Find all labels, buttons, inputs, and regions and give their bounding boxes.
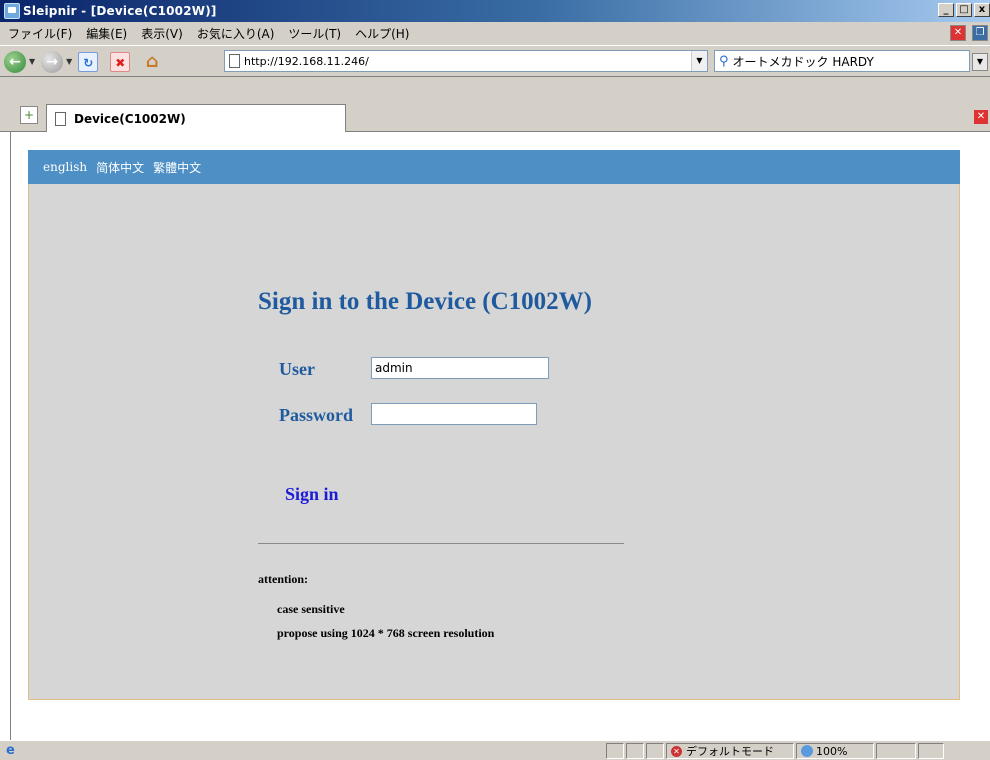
menu-view[interactable]: 表示(V) bbox=[141, 25, 183, 42]
menu-tools[interactable]: ツール(T) bbox=[288, 25, 341, 42]
sign-in-button[interactable]: Sign in bbox=[285, 484, 339, 505]
search-icon[interactable]: ⚲ bbox=[719, 54, 729, 69]
splitter[interactable] bbox=[10, 132, 11, 740]
status-pane bbox=[918, 743, 944, 759]
stop-icon[interactable]: ✖ bbox=[110, 51, 131, 72]
language-bar: english 简体中文 繁體中文 bbox=[28, 150, 960, 184]
lang-traditional-chinese-link[interactable]: 繁體中文 bbox=[153, 159, 201, 176]
lang-simplified-chinese-link[interactable]: 简体中文 bbox=[96, 159, 144, 176]
back-arrow-icon[interactable]: ← bbox=[4, 50, 26, 73]
close-button[interactable]: x bbox=[974, 3, 990, 17]
minimize-button[interactable]: _ bbox=[938, 3, 954, 17]
security-mode-label: デフォルトモード bbox=[686, 745, 774, 758]
address-bar[interactable]: ▼ bbox=[224, 50, 708, 72]
page-icon bbox=[229, 54, 240, 68]
divider bbox=[258, 543, 624, 544]
page-icon bbox=[55, 111, 66, 126]
restore-window-icon[interactable]: ❐ bbox=[972, 25, 988, 41]
tab-title: Device(C1002W) bbox=[74, 111, 186, 126]
login-panel: Sign in to the Device (C1002W) User Pass… bbox=[28, 184, 960, 700]
search-bar[interactable]: ⚲ bbox=[714, 50, 970, 72]
new-tab-icon[interactable]: + bbox=[20, 106, 38, 124]
note-screen-resolution: propose using 1024 * 768 screen resoluti… bbox=[277, 626, 495, 640]
menu-bar: ファイル(F) 編集(E) 表示(V) お気に入り(A) ツール(T) ヘルプ(… bbox=[0, 22, 990, 46]
menu-favorites[interactable]: お気に入り(A) bbox=[197, 25, 275, 42]
status-bar: e ✕ デフォルトモード 100% bbox=[0, 740, 990, 760]
user-label: User bbox=[279, 359, 315, 379]
user-input[interactable] bbox=[371, 357, 549, 379]
security-mode-pane[interactable]: ✕ デフォルトモード bbox=[666, 743, 794, 759]
page-content: english 简体中文 繁體中文 Sign in to the Device … bbox=[0, 132, 990, 740]
status-pane bbox=[646, 743, 664, 759]
attention-label: attention: bbox=[258, 572, 308, 586]
home-icon[interactable]: ⌂ bbox=[142, 51, 162, 72]
page-title: Sign in to the Device (C1002W) bbox=[258, 288, 592, 315]
search-dropdown-icon[interactable]: ▼ bbox=[972, 53, 988, 71]
status-pane bbox=[606, 743, 624, 759]
tab-device[interactable]: Device(C1002W) bbox=[46, 104, 346, 132]
forward-dropdown-icon[interactable]: ▼ bbox=[66, 57, 72, 66]
password-input[interactable] bbox=[371, 403, 537, 425]
window-controls: _ □ x bbox=[938, 3, 990, 17]
menu-file[interactable]: ファイル(F) bbox=[8, 25, 72, 42]
window-title: Sleipnir - [Device(C1002W)] bbox=[23, 4, 217, 18]
maximize-button[interactable]: □ bbox=[956, 3, 972, 17]
menu-help[interactable]: ヘルプ(H) bbox=[355, 25, 409, 42]
back-dropdown-icon[interactable]: ▼ bbox=[29, 57, 35, 66]
sleipnir-app-icon bbox=[4, 3, 20, 19]
close-tab-icon[interactable]: ✕ bbox=[950, 25, 966, 41]
window-titlebar: Sleipnir - [Device(C1002W)] _ □ x bbox=[0, 0, 990, 22]
refresh-icon[interactable]: ↻ bbox=[78, 51, 99, 72]
search-input[interactable] bbox=[732, 54, 933, 68]
menu-edit[interactable]: 編集(E) bbox=[86, 25, 127, 42]
address-input[interactable] bbox=[244, 54, 684, 68]
zoom-icon bbox=[801, 745, 813, 757]
navigation-toolbar: ← ▼ → ▼ ↻ ✖ ⌂ ▼ ⚲ ▼ bbox=[0, 47, 990, 77]
status-pane bbox=[876, 743, 916, 759]
ie-icon: e bbox=[6, 743, 15, 758]
forward-arrow-icon[interactable]: → bbox=[41, 50, 64, 73]
close-tab-button[interactable]: ✕ bbox=[974, 110, 988, 124]
zoom-pane[interactable]: 100% bbox=[796, 743, 874, 759]
address-dropdown-icon[interactable]: ▼ bbox=[691, 51, 707, 71]
lang-english-link[interactable]: english bbox=[43, 160, 87, 174]
note-case-sensitive: case sensitive bbox=[277, 602, 345, 616]
zoom-level: 100% bbox=[816, 744, 848, 758]
password-label: Password bbox=[279, 405, 354, 425]
shield-icon: ✕ bbox=[671, 745, 682, 757]
status-pane bbox=[626, 743, 644, 759]
